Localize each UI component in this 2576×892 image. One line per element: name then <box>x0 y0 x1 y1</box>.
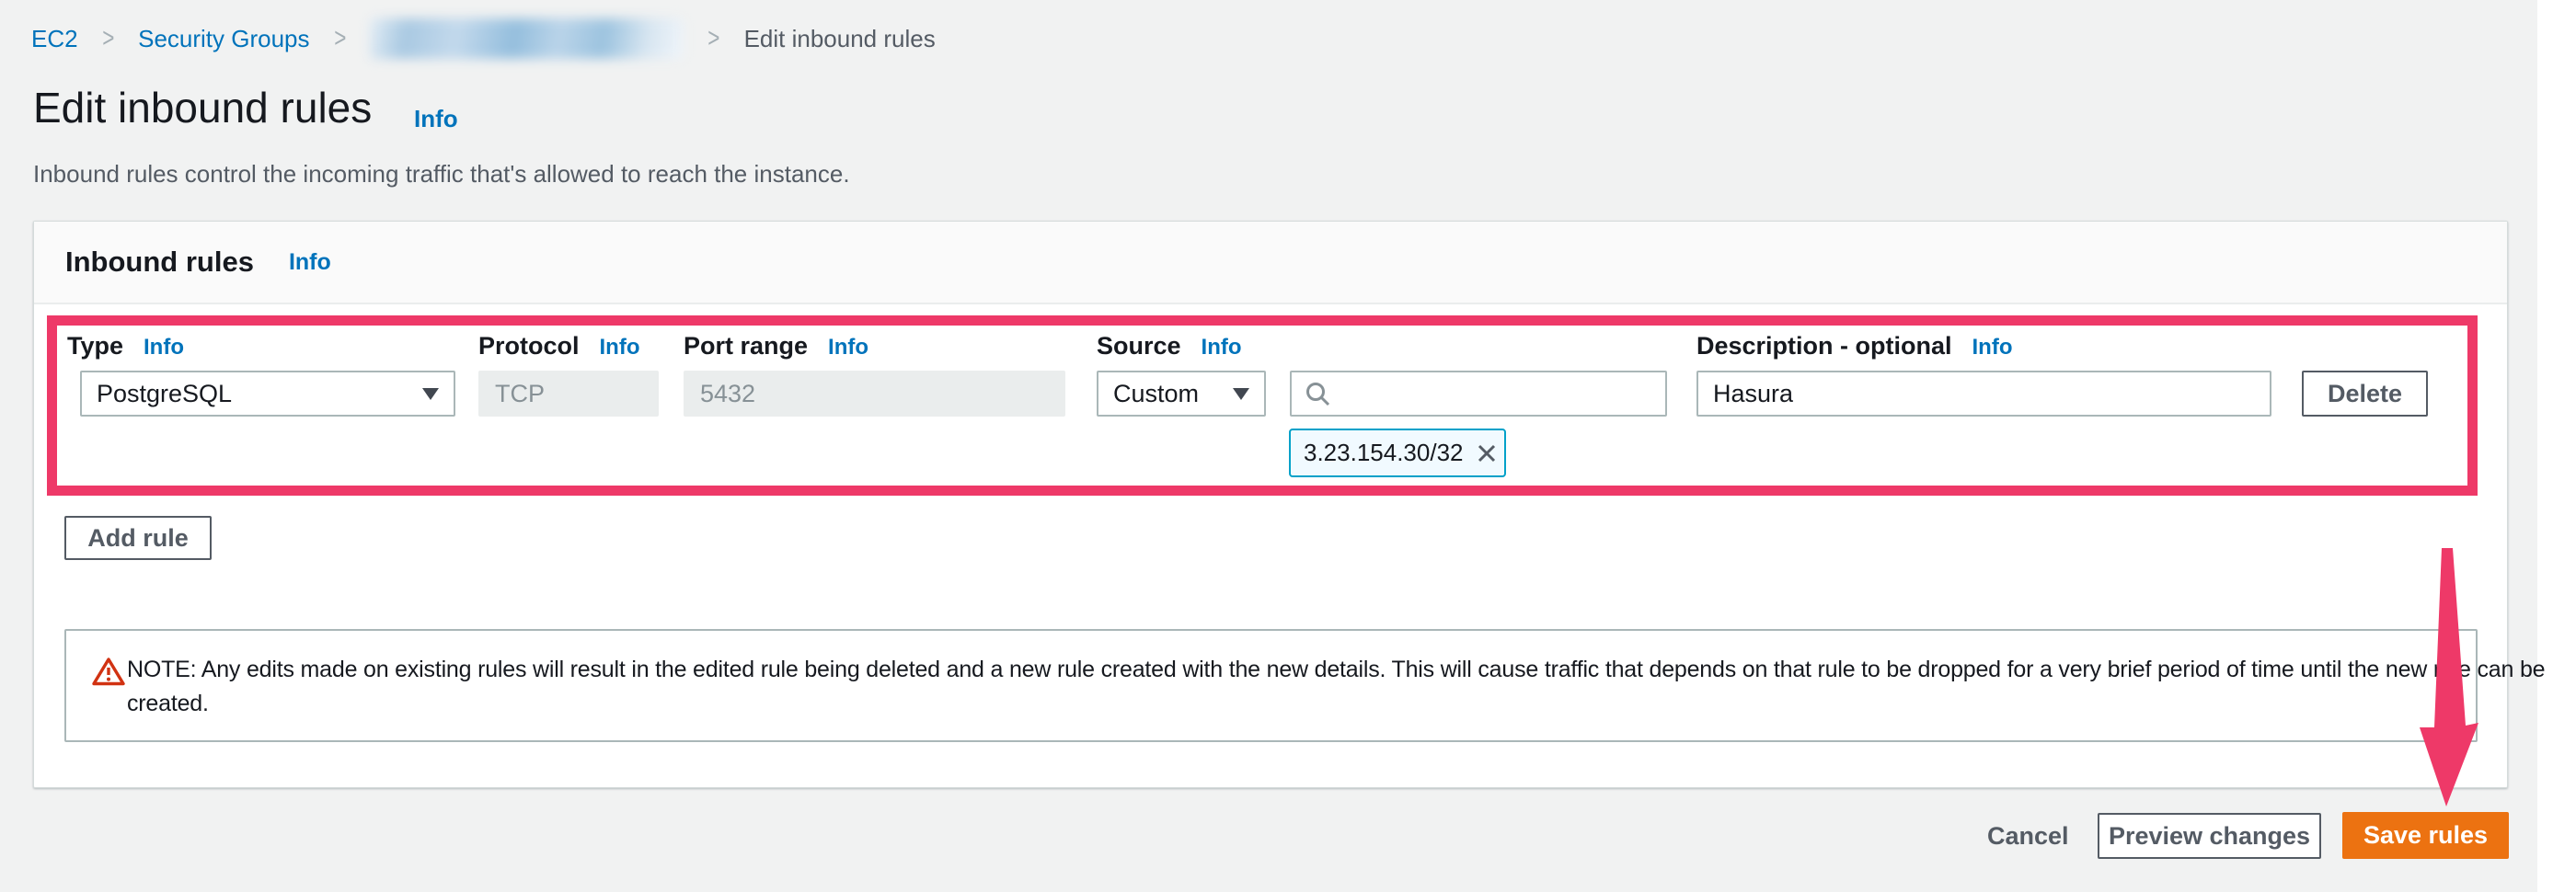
panel-info-link[interactable]: Info <box>289 249 331 276</box>
add-rule-button[interactable]: Add rule <box>64 516 212 560</box>
panel-header: Inbound rules Info <box>34 222 2507 304</box>
source-search <box>1290 371 1667 417</box>
protocol-info-link[interactable]: Info <box>600 335 640 360</box>
description-input[interactable] <box>1696 371 2271 417</box>
type-select-value: PostgreSQL <box>97 380 232 408</box>
breadcrumb-separator-icon: > <box>334 23 346 54</box>
type-label: Type Info <box>67 332 184 360</box>
page: EC2 > Security Groups > > Edit inbound r… <box>0 0 2537 892</box>
breadcrumb-link-ec2[interactable]: EC2 <box>31 25 78 53</box>
description-info-link[interactable]: Info <box>1972 335 2013 360</box>
delete-rule-button[interactable]: Delete <box>2302 371 2428 417</box>
description-label: Description - optional Info <box>1696 332 2013 360</box>
source-search-input[interactable] <box>1290 371 1667 417</box>
warning-note-text: NOTE: Any edits made on existing rules w… <box>127 653 2545 721</box>
source-cidr-chip: 3.23.154.30/32 <box>1289 429 1506 477</box>
source-select[interactable]: Custom <box>1097 371 1266 417</box>
port-range-field-disabled: 5432 <box>684 371 1065 417</box>
protocol-field-disabled: TCP <box>478 371 659 417</box>
protocol-label: Protocol Info <box>478 332 640 360</box>
panel-title: Inbound rules <box>65 246 254 279</box>
edit-warning-note: NOTE: Any edits made on existing rules w… <box>64 629 2478 742</box>
page-title: Edit inbound rules <box>33 83 372 132</box>
remove-cidr-icon[interactable] <box>1475 441 1499 465</box>
chevron-down-icon <box>422 388 439 400</box>
type-info-link[interactable]: Info <box>144 335 184 360</box>
inbound-rules-panel: Inbound rules Info Type Info Protocol In… <box>33 221 2508 788</box>
breadcrumb-separator-icon: > <box>102 23 114 54</box>
source-select-value: Custom <box>1113 380 1199 408</box>
breadcrumb-separator-icon: > <box>707 23 719 54</box>
preview-changes-button[interactable]: Preview changes <box>2098 813 2321 859</box>
source-label: Source Info <box>1097 332 1242 360</box>
page-subtitle: Inbound rules control the incoming traff… <box>33 160 850 189</box>
type-select[interactable]: PostgreSQL <box>80 371 455 417</box>
breadcrumb-link-security-groups[interactable]: Security Groups <box>138 25 309 53</box>
chevron-down-icon <box>1233 388 1249 400</box>
breadcrumb-current: Edit inbound rules <box>744 25 936 53</box>
page-title-info-link[interactable]: Info <box>414 105 458 133</box>
cancel-button[interactable]: Cancel <box>1987 822 2069 851</box>
warning-triangle-icon <box>92 657 125 692</box>
breadcrumb: EC2 > Security Groups > > Edit inbound r… <box>31 17 936 61</box>
save-rules-button[interactable]: Save rules <box>2342 812 2509 859</box>
cidr-chip-value: 3.23.154.30/32 <box>1304 439 1464 467</box>
port-range-label: Port range Info <box>684 332 868 360</box>
port-range-info-link[interactable]: Info <box>828 335 868 360</box>
source-info-link[interactable]: Info <box>1202 335 1242 360</box>
breadcrumb-security-group-redacted[interactable] <box>370 18 684 59</box>
